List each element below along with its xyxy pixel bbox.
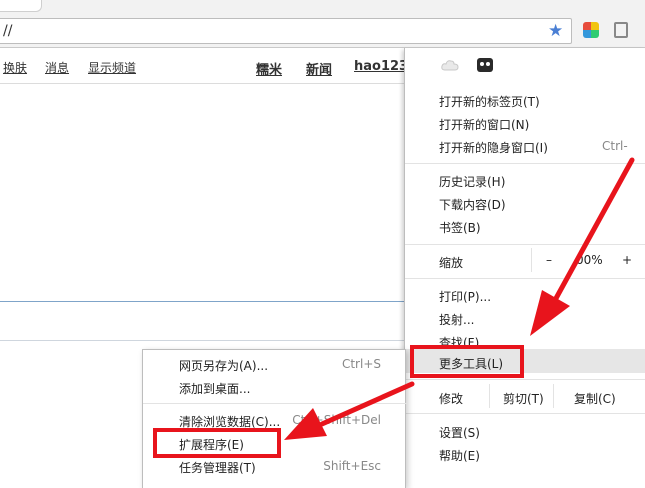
menu-item-cast[interactable]: 投射... [439,311,474,328]
zoom-value: 00% [576,253,603,267]
cloud-icon[interactable] [441,59,459,71]
submenu-shortcut-save-page: Ctrl+S [341,357,381,371]
menu-item-new-window[interactable]: 打开新的窗口(N) [439,116,529,133]
nav-link-hao123[interactable]: hao123 [354,59,408,74]
menu-separator [405,278,645,279]
menu-item-copy[interactable]: 复制(C) [574,390,616,407]
address-bar[interactable]: // ★ [0,18,572,44]
nav-link-show-channels[interactable]: 显示频道 [88,59,136,76]
zoom-minus-button[interactable]: – [546,253,552,267]
menu-separator [405,244,645,245]
annotation-box-more-tools [410,345,524,378]
page-nav-row: 换肤 消息 显示频道 糯米 新闻 hao123 [0,48,408,84]
more-tools-submenu: 网页另存为(A)... Ctrl+S 添加到桌面... 清除浏览数据(C)...… [142,349,407,488]
submenu-shortcut-clear-data: Ctrl+Shift+Del [292,413,381,427]
nav-link-skin[interactable]: 换肤 [3,59,27,76]
menu-separator [405,413,645,414]
submenu-separator [143,403,407,404]
menu-item-edit-label: 修改 [439,392,464,406]
submenu-item-task-manager[interactable]: 任务管理器(T) [179,459,256,476]
tab-strip [0,0,645,14]
edit-cut-cell[interactable]: 剪切(T) [489,384,553,408]
nav-link-nuomi[interactable]: 糯米 [256,59,282,78]
browser-toolbar: // ★ [0,14,645,48]
extension-icon[interactable] [583,22,599,38]
nav-link-news[interactable]: 新闻 [306,59,332,78]
menu-separator [405,379,645,380]
menu-item-zoom-label: 缩放 [439,256,464,270]
edit-copy-cell[interactable]: 复制(C) [553,384,645,408]
menu-item-new-tab[interactable]: 打开新的标签页(T) [439,93,540,110]
owl-icon[interactable] [477,58,493,72]
zoom-control: – 00% + [531,248,645,272]
chrome-main-menu: 打开新的标签页(T) 打开新的窗口(N) 打开新的隐身窗口(I) Ctrl- 历… [404,48,645,488]
zoom-plus-button[interactable]: + [622,253,632,267]
submenu-item-add-to-desktop[interactable]: 添加到桌面... [179,380,250,397]
menu-separator [405,163,645,164]
menu-item-downloads[interactable]: 下载内容(D) [439,196,506,213]
menu-item-new-incognito[interactable]: 打开新的隐身窗口(I) [439,139,548,156]
menu-item-bookmarks[interactable]: 书签(B) [439,219,481,236]
menu-item-settings[interactable]: 设置(S) [439,424,480,441]
menu-shortcut-incognito: Ctrl- [602,139,628,153]
address-bar-url[interactable]: // [3,23,12,39]
menu-item-history[interactable]: 历史记录(H) [439,173,505,190]
menu-item-cut[interactable]: 剪切(T) [503,390,544,407]
annotation-box-extensions [153,428,281,458]
page-divider [0,301,404,302]
menu-item-help[interactable]: 帮助(E) [439,447,480,464]
submenu-shortcut-task-manager: Shift+Esc [323,459,381,473]
chrome-menu-icon[interactable] [614,22,628,38]
menu-item-print[interactable]: 打印(P)... [439,288,491,305]
page-divider-lower [0,340,404,341]
active-tab[interactable] [0,0,42,12]
submenu-item-save-page[interactable]: 网页另存为(A)... [179,357,268,374]
star-icon[interactable]: ★ [548,22,563,40]
nav-link-messages[interactable]: 消息 [45,59,69,76]
